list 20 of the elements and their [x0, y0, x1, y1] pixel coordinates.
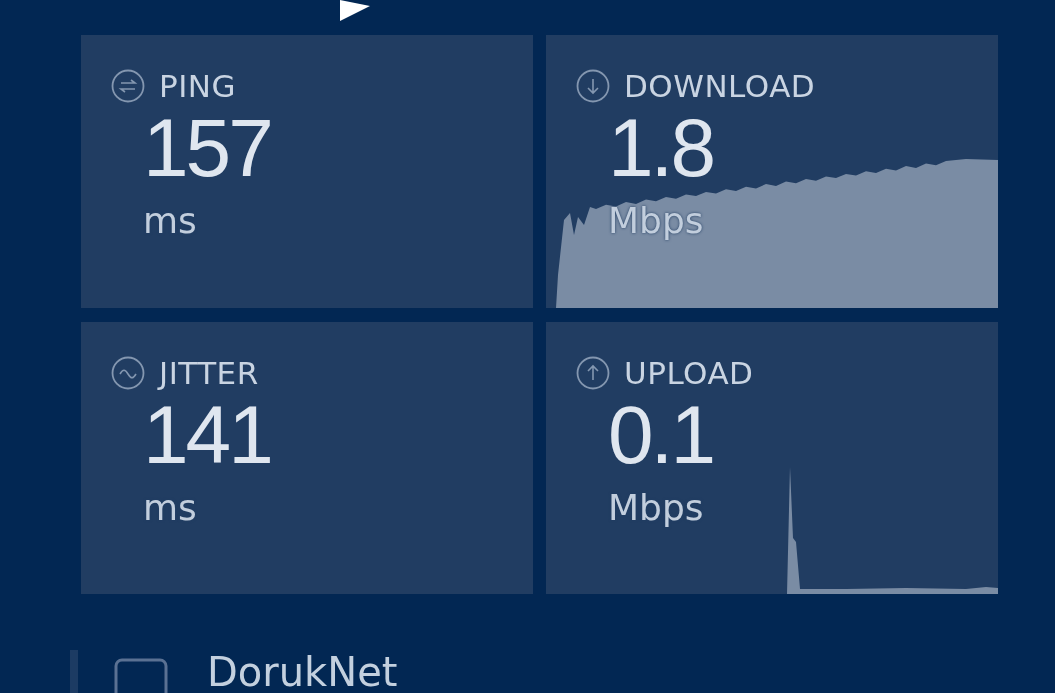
download-icon [576, 69, 610, 103]
divider-bar [70, 650, 78, 693]
metric-unit: Mbps [608, 201, 704, 241]
metric-label: DOWNLOAD [624, 69, 816, 103]
metric-unit: ms [143, 201, 197, 241]
metric-label: JITTER [159, 356, 259, 390]
metric-unit: ms [143, 488, 197, 528]
metric-value: 0.1 [608, 390, 713, 480]
monitor-icon [114, 658, 168, 693]
metric-unit: Mbps [608, 488, 704, 528]
wave-circle-icon [111, 356, 145, 390]
metric-value: 1.8 [608, 103, 713, 193]
provider-name: DorukNet [207, 650, 398, 693]
metric-value: 157 [143, 103, 271, 193]
metric-value: 141 [143, 390, 271, 480]
pointer-icon [338, 0, 372, 22]
metric-label: PING [159, 69, 237, 103]
arrows-circle-icon [111, 69, 145, 103]
metric-label: UPLOAD [624, 356, 754, 390]
upload-icon [576, 356, 610, 390]
